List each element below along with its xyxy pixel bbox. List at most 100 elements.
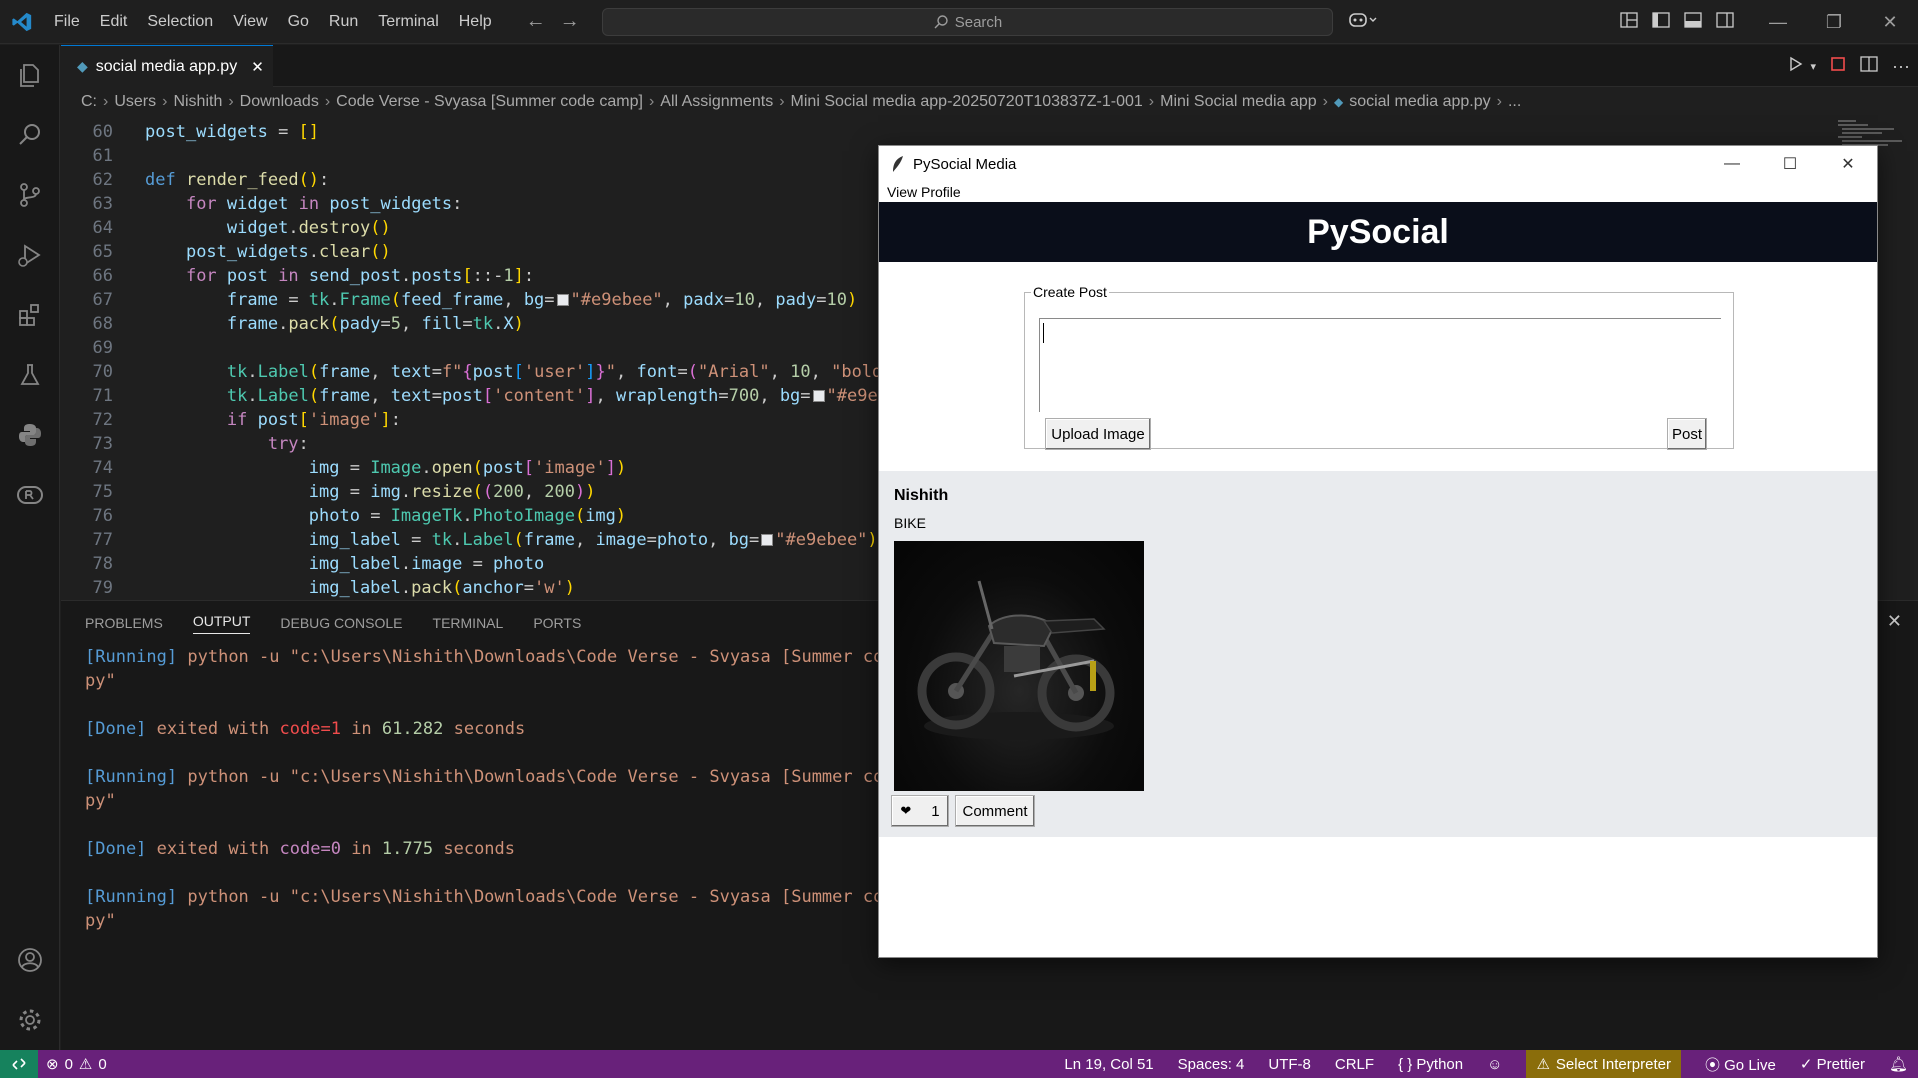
stop-icon[interactable]: [1830, 56, 1846, 77]
close-icon[interactable]: ✕: [1862, 0, 1918, 44]
go-live-button[interactable]: ⦿ Go Live: [1705, 1054, 1776, 1075]
breadcrumb-item[interactable]: social media app.py: [1349, 93, 1490, 111]
restore-icon[interactable]: ❐: [1806, 0, 1862, 44]
search-view-icon[interactable]: [0, 105, 60, 165]
menu-file[interactable]: File: [44, 0, 90, 44]
tk-menubar: View Profile: [879, 182, 1877, 202]
code-line: def render_feed():: [145, 170, 330, 190]
upload-image-button[interactable]: Upload Image: [1045, 418, 1151, 450]
post-text-input[interactable]: [1039, 318, 1721, 412]
customize-layout-icon[interactable]: [1620, 11, 1638, 33]
testing-icon[interactable]: [0, 345, 60, 405]
braces-icon: { }: [1398, 1055, 1413, 1073]
forward-arrow-icon[interactable]: →: [560, 10, 580, 33]
tab-social-media-app[interactable]: ◆ social media app.py ✕: [61, 45, 273, 87]
tab-debug-console[interactable]: DEBUG CONSOLE: [280, 615, 402, 631]
language-mode[interactable]: { } Python: [1398, 1056, 1463, 1073]
status-bar: ⊗ 0 ⚠ 0 Ln 19, Col 51 Spaces: 4 UTF-8 CRLF…: [0, 1050, 1918, 1078]
tab-ports[interactable]: PORTS: [533, 615, 581, 631]
post-username: Nishith: [894, 487, 949, 504]
activity-bar: [0, 45, 60, 1050]
menu-selection[interactable]: Selection: [137, 0, 223, 44]
prettier-button[interactable]: ✓ Prettier: [1800, 1055, 1865, 1073]
output-line: [Running] python -u "c:\Users\Nishith\Do…: [85, 647, 935, 667]
indentation[interactable]: Spaces: 4: [1178, 1056, 1245, 1073]
menu-go[interactable]: Go: [278, 0, 319, 44]
remote-explorer-icon[interactable]: [0, 465, 60, 525]
feed-frame: Nishith BIKE ❤ 1 Comment: [879, 471, 1877, 837]
line-number: 63: [92, 194, 113, 214]
python-file-icon: ◆: [77, 58, 88, 74]
line-number: 70: [92, 362, 113, 382]
create-post-group: Create Post Upload Image Post: [1024, 284, 1734, 450]
error-count: 0: [64, 1055, 73, 1073]
code-line: post_widgets = []: [145, 122, 320, 142]
tab-problems[interactable]: PROBLEMS: [85, 615, 163, 631]
menu-terminal[interactable]: Terminal: [368, 0, 448, 44]
toggle-secondary-sidebar-icon[interactable]: [1716, 11, 1734, 33]
copilot-icon[interactable]: [1348, 11, 1378, 34]
menu-run[interactable]: Run: [319, 0, 368, 44]
breadcrumb-item[interactable]: ...: [1508, 93, 1521, 111]
source-control-icon[interactable]: [0, 165, 60, 225]
cursor-position[interactable]: Ln 19, Col 51: [1064, 1056, 1153, 1073]
code-line: photo = ImageTk.PhotoImage(img): [308, 506, 627, 526]
tk-close-icon[interactable]: ✕: [1819, 146, 1877, 182]
tk-maximize-icon[interactable]: ☐: [1761, 146, 1819, 182]
run-python-file-icon[interactable]: [1788, 56, 1804, 77]
breadcrumb-item[interactable]: Downloads: [240, 93, 319, 111]
like-button[interactable]: ❤ 1: [891, 795, 949, 827]
post-button[interactable]: Post: [1667, 418, 1707, 450]
tab-output[interactable]: OUTPUT: [192, 613, 251, 634]
tab-close-icon[interactable]: ✕: [251, 58, 264, 76]
create-area: Create Post Upload Image Post: [879, 262, 1877, 471]
menu-edit[interactable]: Edit: [90, 0, 138, 44]
line-number: 61: [92, 146, 113, 166]
tab-terminal[interactable]: TERMINAL: [433, 615, 504, 631]
toggle-panel-icon[interactable]: [1684, 11, 1702, 33]
breadcrumb-item[interactable]: Mini Social media app-20250720T103837Z-1…: [791, 93, 1143, 111]
python-icon[interactable]: [0, 405, 60, 465]
more-actions-icon[interactable]: ···: [1892, 56, 1910, 77]
breadcrumb-item[interactable]: C:: [81, 93, 97, 111]
split-editor-icon[interactable]: [1860, 55, 1878, 77]
run-debug-icon[interactable]: [0, 225, 60, 285]
search-placeholder: Search: [954, 13, 1003, 31]
output-line: py": [85, 911, 116, 931]
command-search-box[interactable]: Search: [602, 8, 1333, 36]
breadcrumb-item[interactable]: Mini Social media app: [1160, 93, 1317, 111]
encoding[interactable]: UTF-8: [1268, 1056, 1311, 1073]
notifications-bell-icon[interactable]: 🔔︎: [1889, 1055, 1908, 1073]
end-of-line[interactable]: CRLF: [1335, 1056, 1374, 1073]
menu-help[interactable]: Help: [449, 0, 502, 44]
settings-gear-icon[interactable]: [0, 990, 60, 1050]
back-arrow-icon[interactable]: ←: [526, 10, 546, 33]
explorer-icon[interactable]: [0, 45, 60, 105]
code-line: try:: [267, 434, 309, 454]
select-interpreter-button[interactable]: ⚠ Select Interpreter: [1526, 1050, 1681, 1078]
copilot-status-icon[interactable]: ☺: [1487, 1056, 1502, 1073]
search-icon: [934, 15, 948, 29]
line-number: 64: [92, 218, 113, 238]
tk-minimize-icon[interactable]: —: [1703, 146, 1761, 182]
output-line: py": [85, 671, 116, 691]
problems-status[interactable]: ⊗ 0 ⚠ 0: [46, 1055, 107, 1074]
minimize-icon[interactable]: —: [1750, 0, 1806, 44]
breadcrumb-item[interactable]: Code Verse - Svyasa [Summer code camp]: [336, 93, 643, 111]
create-post-label: Create Post: [1033, 284, 1107, 300]
run-dropdown-chevron-icon[interactable]: ▾: [1810, 60, 1816, 73]
extensions-icon[interactable]: [0, 285, 60, 345]
code-line: widget.destroy(): [226, 218, 391, 238]
breadcrumb-item[interactable]: All Assignments: [660, 93, 773, 111]
accounts-icon[interactable]: [0, 930, 60, 990]
comment-button[interactable]: Comment: [955, 795, 1035, 827]
menu-view[interactable]: View: [223, 0, 277, 44]
output-line: [Running] python -u "c:\Users\Nishith\Do…: [85, 887, 935, 907]
remote-indicator-icon[interactable]: [0, 1050, 38, 1078]
toggle-primary-sidebar-icon[interactable]: [1652, 11, 1670, 33]
code-line: img_label.pack(anchor='w'): [308, 578, 575, 598]
breadcrumb-item[interactable]: Nishith: [173, 93, 222, 111]
close-panel-icon[interactable]: ✕: [1887, 611, 1902, 632]
breadcrumb-item[interactable]: Users: [114, 93, 156, 111]
view-profile-menu[interactable]: View Profile: [887, 184, 961, 200]
